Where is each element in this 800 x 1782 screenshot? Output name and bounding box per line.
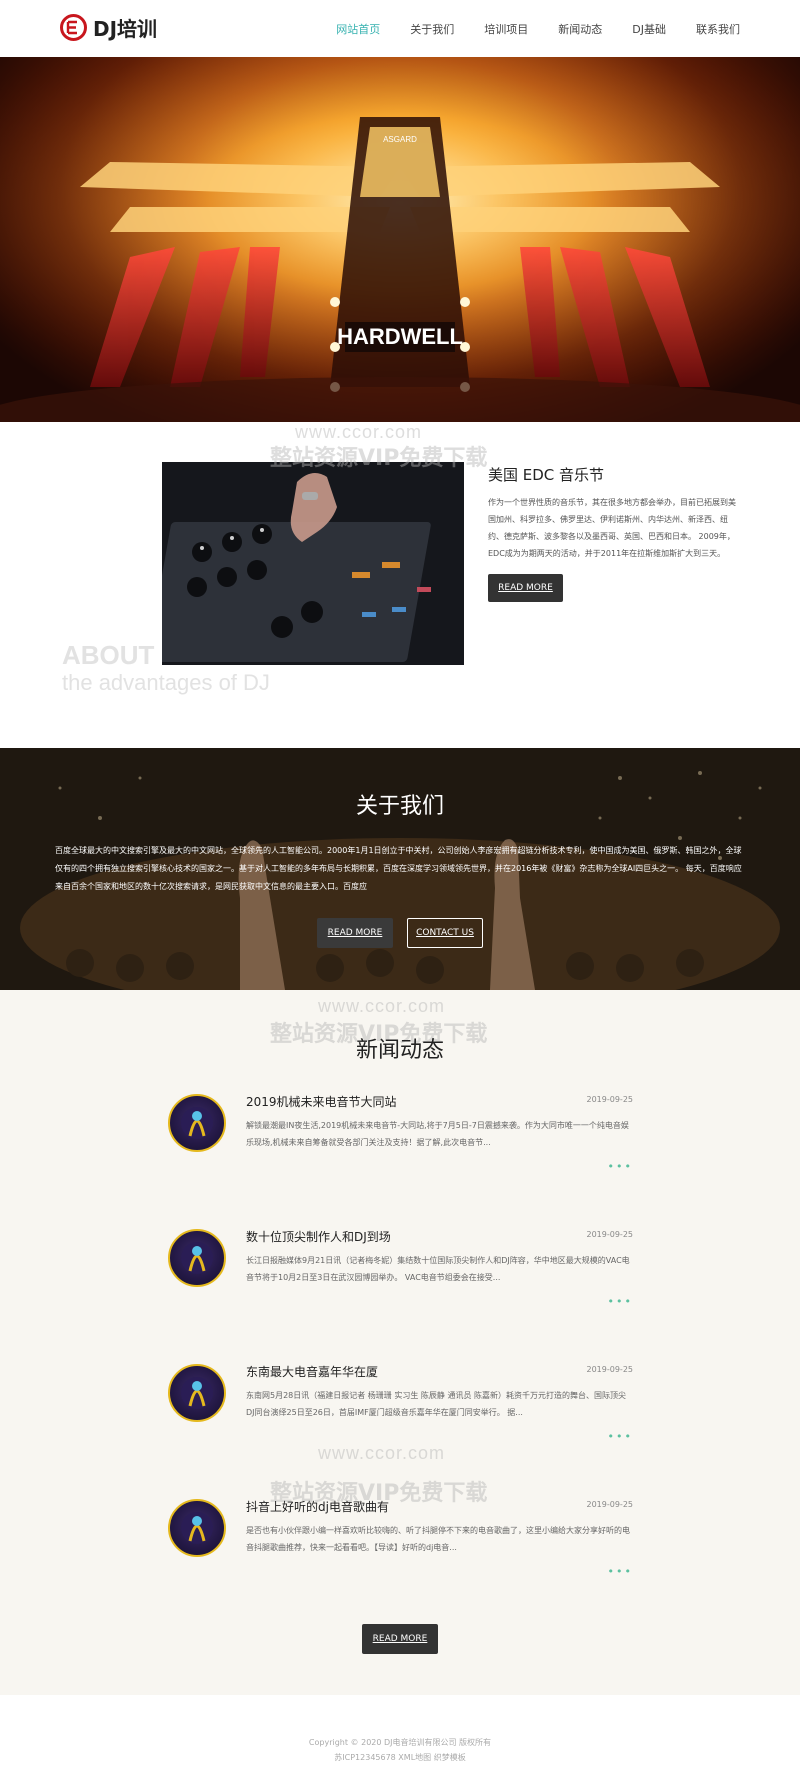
about-us-text: 百度全球最大的中文搜索引擎及最大的中文网站，全球领先的人工智能公司。2000年1… <box>55 846 742 891</box>
news-item-desc: 是否也有小伙伴跟小编一样喜欢听比较嗨的、听了抖腿停不下来的电音歌曲了，这里小编给… <box>246 1526 630 1552</box>
footer-links[interactable]: 苏ICP12345678 XML地图 织梦模板 <box>0 1752 800 1763</box>
about-bg-subtitle: the advantages of DJ <box>62 670 270 695</box>
nav-item-about[interactable]: 关于我们 <box>410 21 454 37</box>
mixer-image <box>162 462 464 665</box>
main-nav: 网站首页 关于我们 培训项目 新闻动态 DJ基础 联系我们 <box>306 0 740 57</box>
more-dots-icon[interactable]: ••• <box>608 1295 633 1308</box>
logo-text: DJ培训 <box>93 17 158 41</box>
news-item[interactable]: 2019机械未来电音节大同站 2019-09-25 解锁最潮最IN夜生活,201… <box>168 1090 633 1190</box>
news-item-date: 2019-09-25 <box>586 1230 634 1239</box>
logo-icon <box>60 14 87 41</box>
news-section: www.ccor.com 整站资源VIP免费下载 新闻动态 2019机械未来电音… <box>0 990 800 1695</box>
news-title: 新闻动态 <box>355 1038 444 1063</box>
nav-item-dj-basics[interactable]: DJ基础 <box>632 21 666 37</box>
news-item-title[interactable]: 数十位顶尖制作人和DJ到场 <box>246 1228 391 1245</box>
hero-banner[interactable]: HARDWELL ASGARD <box>0 57 800 422</box>
news-read-more-button[interactable]: READ MORE <box>362 1624 438 1654</box>
more-dots-icon[interactable]: ••• <box>608 1160 633 1173</box>
watermark-url: www.ccor.com <box>318 1443 446 1463</box>
logo[interactable]: DJ培训 <box>60 13 157 42</box>
news-item-date: 2019-09-25 <box>586 1095 634 1104</box>
more-dots-icon[interactable]: ••• <box>608 1565 633 1578</box>
news-thumbnail <box>168 1094 226 1152</box>
news-item-desc: 长江日报融媒体9月21日讯（记者梅冬妮）集结数十位国际顶尖制作人和DJ阵容，华中… <box>246 1256 630 1282</box>
news-thumbnail <box>168 1364 226 1422</box>
news-thumbnail <box>168 1229 226 1287</box>
news-item[interactable]: 数十位顶尖制作人和DJ到场 2019-09-25 长江日报融媒体9月21日讯（记… <box>168 1225 633 1325</box>
hero-stage-text: HARDWELL <box>337 324 463 349</box>
watermark-text: 整站资源VIP免费下载 <box>270 446 488 471</box>
news-item-date: 2019-09-25 <box>586 1365 634 1374</box>
nav-item-contact[interactable]: 联系我们 <box>696 21 740 37</box>
news-item[interactable]: 抖音上好听的dj电音歌曲有 2019-09-25 是否也有小伙伴跟小编一样喜欢听… <box>168 1495 633 1595</box>
hero-top-badge: ASGARD <box>383 135 417 144</box>
news-item-title[interactable]: 抖音上好听的dj电音歌曲有 <box>246 1498 389 1515</box>
watermark-url: www.ccor.com <box>318 996 446 1016</box>
nav-item-training[interactable]: 培训项目 <box>484 21 528 37</box>
band-read-more-button[interactable]: READ MORE <box>317 918 393 948</box>
contact-us-button[interactable]: CONTACT US <box>407 918 483 948</box>
news-item-desc: 解锁最潮最IN夜生活,2019机械未来电音节-大同站,将于7月5日-7日震撼来袭… <box>246 1121 629 1147</box>
about-title: 美国 EDC 音乐节 <box>488 466 605 484</box>
about-text: 作为一个世界性质的音乐节，其在很多地方都会举办，目前已拓展到美国加州、科罗拉多、… <box>488 498 736 558</box>
news-item-title[interactable]: 2019机械未来电音节大同站 <box>246 1093 397 1110</box>
about-us-title: 关于我们 <box>355 794 444 819</box>
news-item-title[interactable]: 东南最大电音嘉年华在厦 <box>246 1363 378 1380</box>
nav-item-home[interactable]: 网站首页 <box>336 21 380 37</box>
about-bg-word: ABOUT <box>62 640 155 670</box>
more-dots-icon[interactable]: ••• <box>608 1430 633 1443</box>
news-item-date: 2019-09-25 <box>586 1500 634 1509</box>
footer-copyright: Copyright © 2020 DJ电音培训有限公司 版权所有 <box>308 1738 492 1747</box>
about-section: 美国 EDC 音乐节 作为一个世界性质的音乐节，其在很多地方都会举办，目前已拓展… <box>0 422 800 748</box>
nav-item-news[interactable]: 新闻动态 <box>558 21 602 37</box>
site-header: DJ培训 网站首页 关于我们 培训项目 新闻动态 DJ基础 联系我们 <box>0 0 800 57</box>
about-read-more-button[interactable]: READ MORE <box>488 574 563 602</box>
news-item-desc: 东南网5月28日讯（福建日报记者 杨珊珊 实习生 陈辰静 通讯员 陈嘉新）耗资千… <box>246 1391 626 1417</box>
site-footer: Copyright © 2020 DJ电音培训有限公司 版权所有 苏ICP123… <box>0 1695 800 1782</box>
news-thumbnail <box>168 1499 226 1557</box>
about-us-band: 关于我们 百度全球最大的中文搜索引擎及最大的中文网站，全球领先的人工智能公司。2… <box>0 748 800 990</box>
hero-stage-illustration: HARDWELL ASGARD <box>0 57 800 422</box>
